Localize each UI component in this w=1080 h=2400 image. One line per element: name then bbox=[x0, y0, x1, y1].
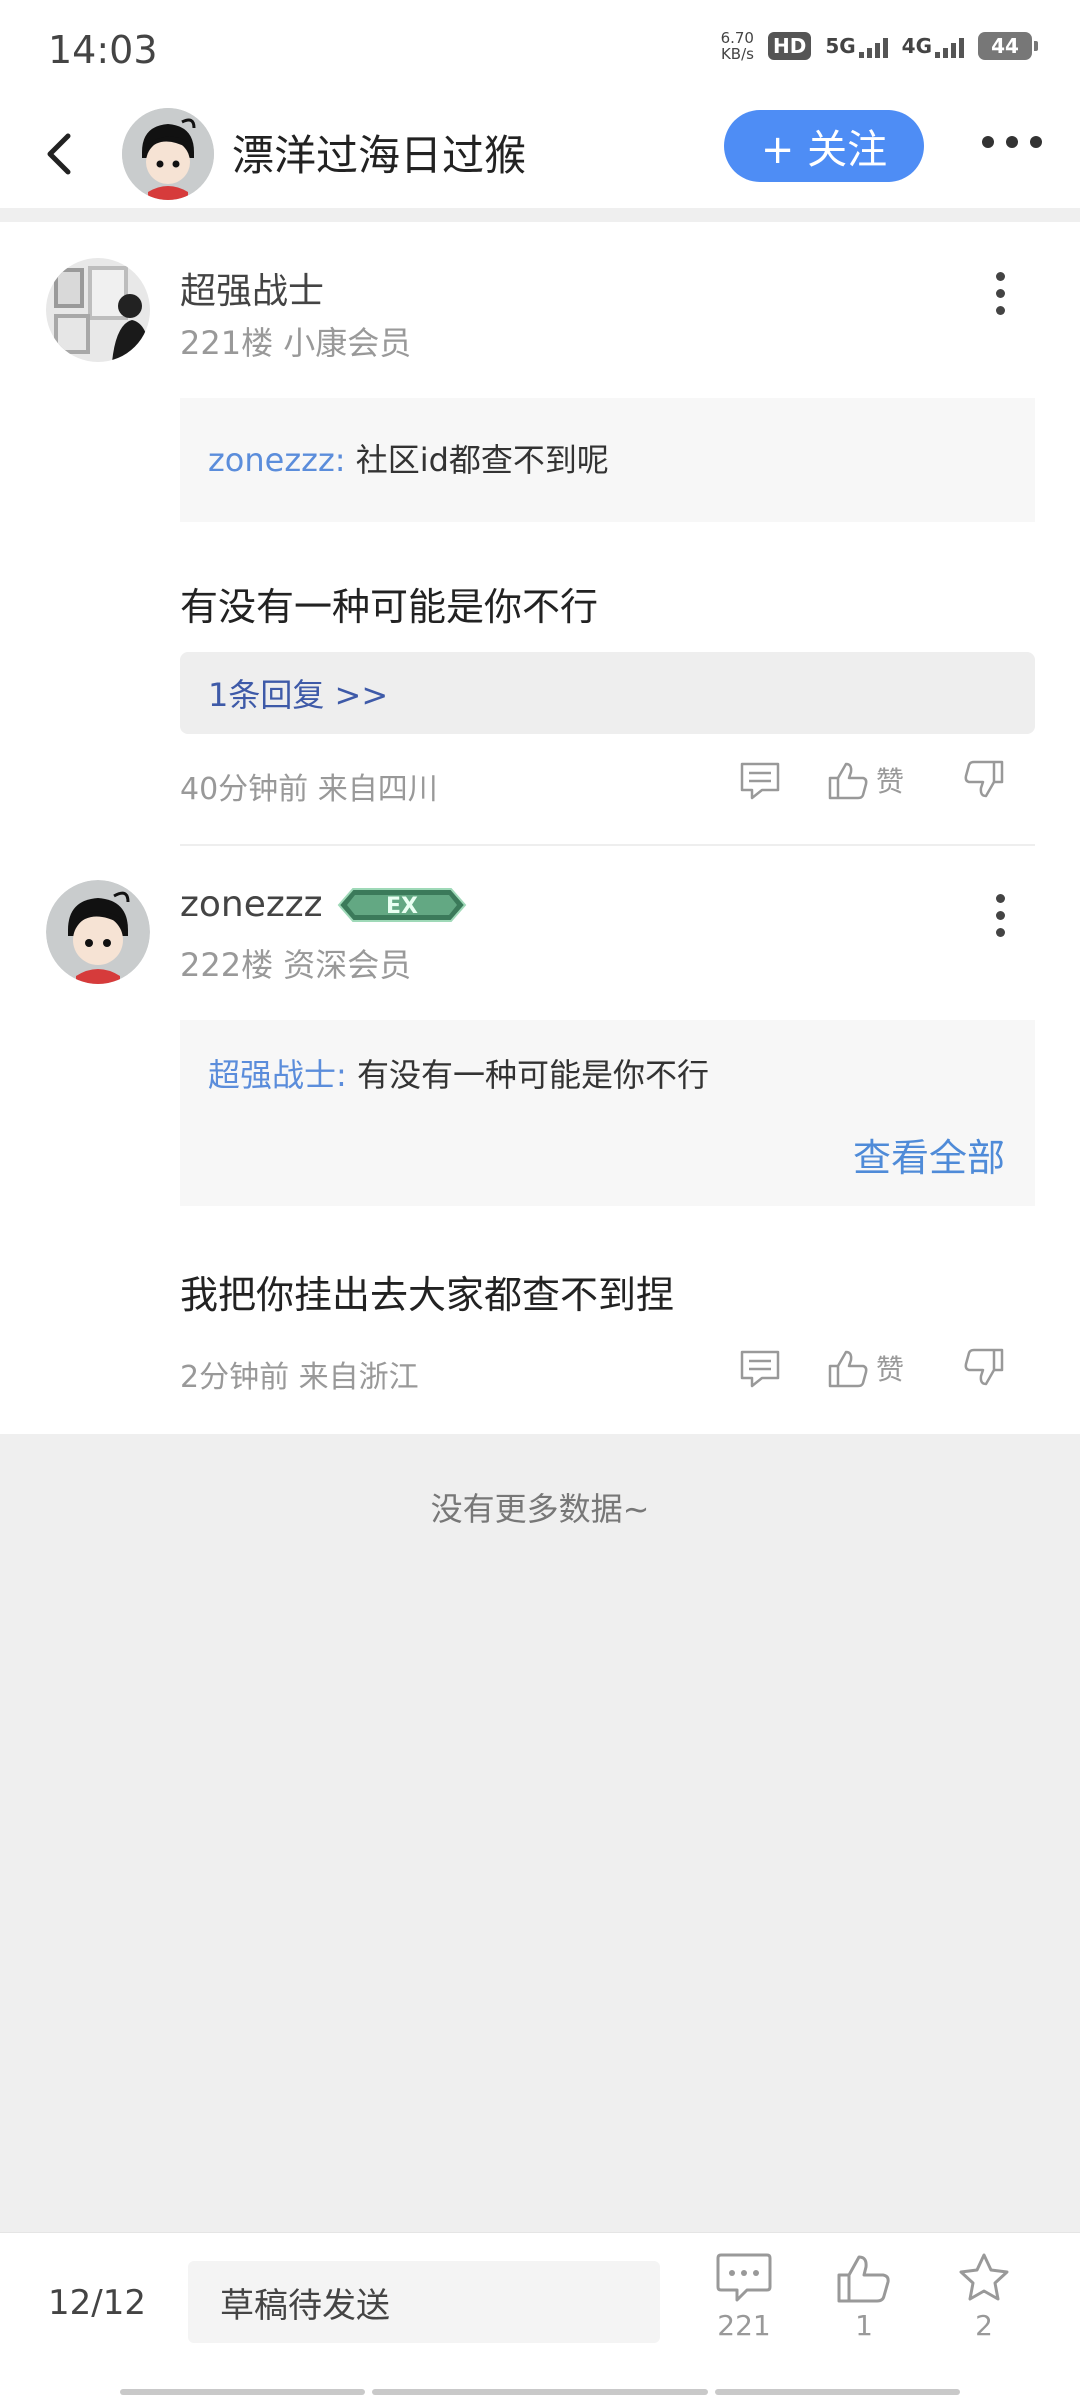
top-nav: 漂洋过海日过猴 + 关注 bbox=[0, 100, 1080, 208]
quoted-reply[interactable]: zonezzz: 社区id都查不到呢 bbox=[180, 398, 1035, 522]
more-options-icon[interactable] bbox=[982, 136, 1042, 148]
like-button[interactable]: 赞 bbox=[826, 758, 904, 802]
back-icon[interactable] bbox=[36, 126, 86, 182]
hd-icon: HD bbox=[767, 32, 812, 60]
thumbs-up-icon bbox=[837, 2255, 890, 2303]
thread-page: 14:03 6.70 KB/s HD 5G 4G 44 漂洋过海日过猴 + 关注… bbox=[0, 0, 1080, 2400]
quote-text: 社区id都查不到呢 bbox=[355, 441, 609, 479]
thumbs-up-icon bbox=[828, 1350, 868, 1388]
network-speed: 6.70 KB/s bbox=[721, 30, 754, 62]
comment-location: 来自浙江 bbox=[298, 1360, 419, 1395]
thumbs-up-icon bbox=[828, 762, 868, 800]
comment-icon bbox=[716, 2253, 772, 2302]
thumbs-down-icon[interactable] bbox=[962, 758, 1006, 802]
view-all-link[interactable]: 查看全部 bbox=[853, 1127, 1005, 1182]
page-title: 漂洋过海日过猴 bbox=[232, 131, 527, 180]
comment-count: 221 bbox=[717, 2309, 771, 2342]
quote-text: 有没有一种可能是你不行 bbox=[356, 1056, 709, 1094]
status-time: 14:03 bbox=[48, 28, 158, 72]
no-more-data: 没有更多数据~ bbox=[430, 1490, 650, 1528]
signal-4g-label: 4G bbox=[901, 34, 932, 58]
comment-actions: 赞 bbox=[738, 1346, 1006, 1390]
comment-meta: 2分钟前 来自浙江 bbox=[180, 1352, 419, 1396]
like-label: 赞 bbox=[876, 1353, 905, 1386]
user-name-text: 超强战士 bbox=[180, 271, 325, 312]
comment-location: 来自四川 bbox=[317, 772, 438, 807]
user-name[interactable]: zonezzz EX bbox=[180, 884, 467, 925]
gesture-bar-left bbox=[120, 2389, 365, 2395]
network-speed-value: 6.70 bbox=[720, 29, 754, 47]
floor-info: 222楼 资深会员 bbox=[180, 940, 411, 986]
like-count: 1 bbox=[855, 2309, 873, 2342]
comment-meta: 40分钟前 来自四川 bbox=[180, 764, 438, 808]
author-avatar[interactable] bbox=[122, 108, 214, 200]
gesture-bar-right bbox=[715, 2389, 960, 2395]
member-level: 小康会员 bbox=[283, 324, 412, 362]
page-indicator[interactable]: 12/12 bbox=[48, 2283, 146, 2323]
comment-menu-icon[interactable] bbox=[990, 894, 1010, 937]
floor-number: 222楼 bbox=[180, 946, 274, 984]
status-bar: 14:03 6.70 KB/s HD 5G 4G 44 bbox=[0, 0, 1080, 100]
member-level: 资深会员 bbox=[283, 946, 412, 984]
like-post-button[interactable]: 1 bbox=[824, 2251, 904, 2342]
floor-number: 221楼 bbox=[180, 324, 274, 362]
reply-icon[interactable] bbox=[738, 758, 782, 802]
user-name[interactable]: 超强战士 bbox=[180, 262, 324, 314]
quote-author[interactable]: 超强战士: bbox=[208, 1056, 347, 1094]
bottom-bar: 12/12 草稿待发送 221 1 2 bbox=[0, 2232, 1080, 2400]
user-avatar[interactable] bbox=[46, 880, 150, 984]
user-name-text: zonezzz bbox=[180, 884, 323, 925]
gesture-bar-center bbox=[372, 2389, 708, 2395]
floor-info: 221楼 小康会员 bbox=[180, 318, 411, 364]
network-speed-unit: KB/s bbox=[720, 45, 754, 63]
comment-menu-icon[interactable] bbox=[990, 272, 1010, 315]
signal-4g-icon: 4G bbox=[902, 34, 964, 58]
replies-link[interactable]: 1条回复 >> bbox=[180, 652, 1035, 734]
quoted-reply[interactable]: 超强战士: 有没有一种可能是你不行 查看全部 bbox=[180, 1020, 1035, 1206]
favorite-button[interactable]: 2 bbox=[944, 2251, 1024, 2342]
comments-button[interactable]: 221 bbox=[704, 2251, 784, 2342]
battery-icon: 44 bbox=[978, 32, 1038, 60]
follow-button[interactable]: + 关注 bbox=[724, 110, 924, 182]
like-button[interactable]: 赞 bbox=[826, 1346, 904, 1390]
comment-actions: 赞 bbox=[738, 758, 1006, 802]
user-avatar[interactable] bbox=[46, 258, 150, 362]
comment-divider bbox=[180, 844, 1035, 846]
badge-label: EX bbox=[386, 894, 418, 919]
reply-input[interactable]: 草稿待发送 bbox=[188, 2261, 660, 2343]
comment-time: 2分钟前 bbox=[180, 1360, 290, 1395]
like-label: 赞 bbox=[876, 765, 905, 798]
status-indicators: 6.70 KB/s HD 5G 4G 44 bbox=[721, 30, 1038, 62]
comment-text: 有没有一种可能是你不行 bbox=[180, 585, 599, 629]
star-count: 2 bbox=[975, 2309, 993, 2342]
comment-list: 超强战士 221楼 小康会员 zonezzz: 社区id都查不到呢 有没有一种可… bbox=[0, 222, 1080, 1434]
comment-time: 40分钟前 bbox=[180, 772, 309, 807]
ex-badge-icon: EX bbox=[337, 887, 466, 922]
thumbs-down-icon[interactable] bbox=[962, 1346, 1006, 1390]
star-icon bbox=[959, 2253, 1009, 2301]
signal-5g-label: 5G bbox=[825, 34, 856, 58]
comment-text: 我把你挂出去大家都查不到捏 bbox=[180, 1273, 675, 1317]
signal-5g-icon: 5G bbox=[825, 34, 888, 58]
quote-author[interactable]: zonezzz: bbox=[208, 441, 346, 479]
reply-icon[interactable] bbox=[738, 1346, 782, 1390]
